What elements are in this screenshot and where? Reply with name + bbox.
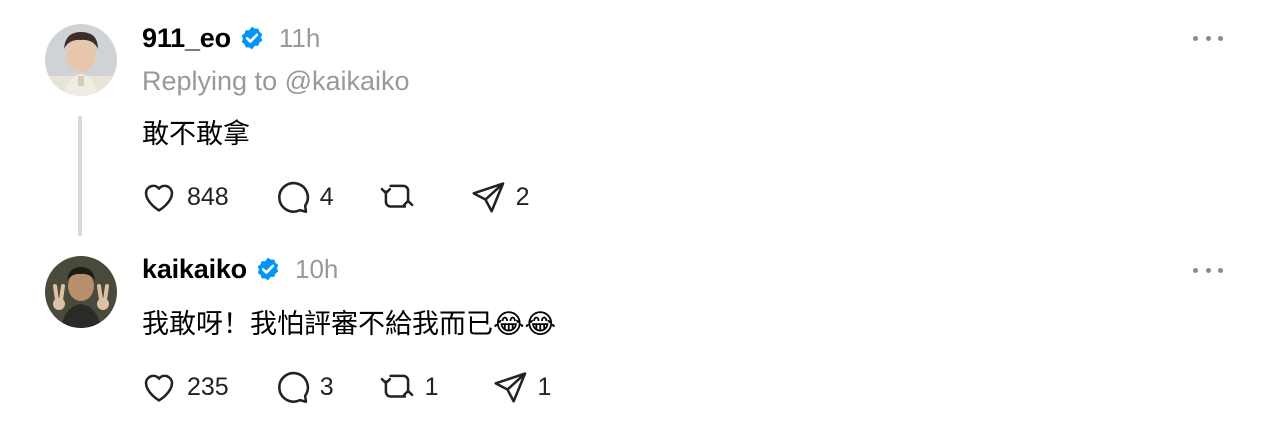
action-bar: 235 3 1 1 — [140, 367, 595, 407]
share-icon — [469, 178, 507, 216]
post-header: 911_eo 11h — [142, 20, 320, 56]
verified-badge-icon — [255, 256, 281, 282]
post-text: 敢不敢拿 — [142, 112, 250, 151]
share-icon — [491, 368, 529, 406]
share-button[interactable]: 1 — [491, 368, 552, 406]
post-1: 911_eo 11h Replying to @kaikaiko 敢不敢拿 84… — [0, 0, 1262, 240]
comment-icon — [273, 368, 311, 406]
timestamp[interactable]: 10h — [295, 254, 338, 285]
comment-button[interactable]: 4 — [273, 178, 334, 216]
thread-line — [78, 116, 82, 236]
repost-button[interactable]: 1 — [378, 368, 439, 406]
post-header: kaikaiko 10h — [142, 251, 338, 287]
repost-icon — [378, 178, 416, 216]
like-button[interactable]: 235 — [140, 368, 229, 406]
more-icon[interactable] — [1193, 32, 1223, 44]
more-icon[interactable] — [1193, 264, 1223, 276]
comment-count: 3 — [319, 372, 334, 401]
like-count: 848 — [187, 182, 229, 211]
like-count: 235 — [187, 372, 229, 401]
emoji-face-with-tears-of-joy: 😂😂 — [493, 309, 557, 340]
avatar[interactable] — [45, 24, 117, 96]
avatar[interactable] — [45, 256, 117, 328]
post-text: 我敢呀！我怕評審不給我而已😂😂 — [142, 302, 556, 341]
verified-badge-icon — [239, 25, 265, 51]
post-text-content: 我敢呀！我怕評審不給我而已 — [142, 309, 493, 340]
share-button[interactable]: 2 — [469, 178, 530, 216]
post-text-content: 敢不敢拿 — [142, 119, 250, 150]
action-bar: 848 4 2 — [140, 177, 574, 217]
like-button[interactable]: 848 — [140, 178, 229, 216]
share-count: 2 — [515, 182, 530, 211]
repost-button[interactable] — [378, 178, 425, 216]
comment-icon — [273, 178, 311, 216]
comment-button[interactable]: 3 — [273, 368, 334, 406]
post-2: kaikaiko 10h 我敢呀！我怕評審不給我而已😂😂 235 3 1 1 — [0, 240, 1262, 432]
username[interactable]: kaikaiko — [142, 254, 247, 285]
heart-icon — [140, 368, 178, 406]
comment-count: 4 — [319, 182, 334, 211]
share-count: 1 — [537, 372, 552, 401]
timestamp[interactable]: 11h — [279, 23, 320, 54]
repost-count: 1 — [424, 372, 439, 401]
heart-icon — [140, 178, 178, 216]
repost-icon — [378, 368, 416, 406]
thread: 911_eo 11h Replying to @kaikaiko 敢不敢拿 84… — [0, 0, 1262, 432]
username[interactable]: 911_eo — [142, 23, 231, 54]
replying-to[interactable]: Replying to @kaikaiko — [142, 66, 410, 97]
